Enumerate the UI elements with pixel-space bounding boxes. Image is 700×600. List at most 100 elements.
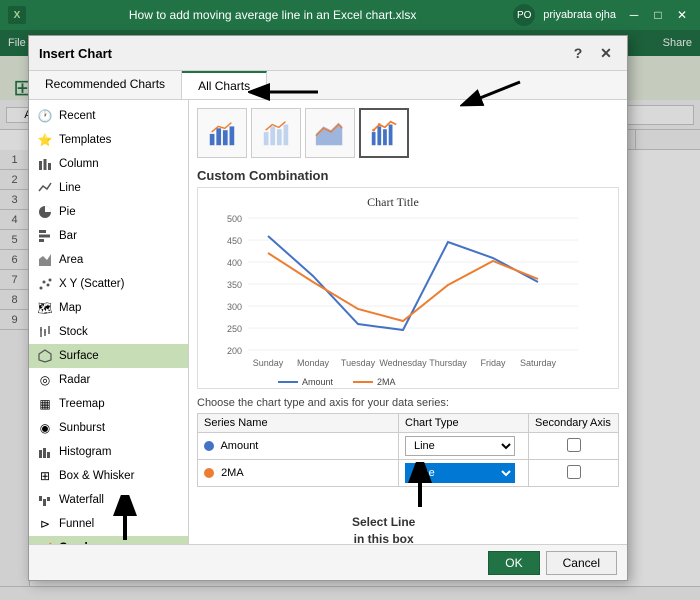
dialog-footer: OK Cancel — [29, 544, 627, 580]
dialog-title: Insert Chart — [39, 46, 567, 61]
sidebar-label-area: Area — [59, 254, 83, 266]
sidebar-item-histogram[interactable]: Histogram — [29, 440, 188, 464]
minimize-button[interactable]: ─ — [624, 5, 644, 25]
sidebar-item-pie[interactable]: Pie — [29, 200, 188, 224]
series-secondary-2ma-cell — [529, 460, 619, 487]
stock-icon — [37, 324, 53, 340]
pie-icon — [37, 204, 53, 220]
sidebar-label-map: Map — [59, 302, 81, 314]
sidebar-item-funnel[interactable]: ⊳ Funnel — [29, 512, 188, 536]
sidebar-item-line[interactable]: Line — [29, 176, 188, 200]
close-button[interactable]: ✕ — [672, 5, 692, 25]
chart-icon-3[interactable] — [305, 108, 355, 158]
chart-icon-1[interactable] — [197, 108, 247, 158]
svg-text:450: 450 — [227, 236, 242, 246]
2ma-color-dot — [204, 468, 214, 478]
sidebar-item-scatter[interactable]: X Y (Scatter) — [29, 272, 188, 296]
sidebar-item-bar[interactable]: Bar — [29, 224, 188, 248]
waterfall-icon — [37, 492, 53, 508]
svg-text:Friday: Friday — [480, 358, 506, 368]
chart-preview: Chart Title 500 450 400 350 300 250 — [197, 187, 619, 389]
window-controls: ─ □ ✕ — [624, 5, 692, 25]
sidebar-label-sunburst: Sunburst — [59, 422, 105, 434]
chart-icon-custom[interactable] — [359, 108, 409, 158]
dialog-titlebar: Insert Chart ? ✕ — [29, 36, 627, 71]
radar-icon: ◎ — [37, 372, 53, 388]
maximize-button[interactable]: □ — [648, 5, 668, 25]
sidebar-item-treemap[interactable]: ▦ Treemap — [29, 392, 188, 416]
tab-all-charts[interactable]: All Charts — [182, 71, 267, 99]
sidebar-label-pie: Pie — [59, 206, 76, 218]
series-name-amount: Amount — [198, 433, 399, 460]
series-type-2ma-cell: Line Column Area — [399, 460, 529, 487]
tab-recommended-charts[interactable]: Recommended Charts — [29, 71, 182, 99]
ok-button[interactable]: OK — [488, 551, 539, 575]
dialog-body: 🕐 Recent ⭐ Templates Column Line — [29, 100, 627, 580]
col-header-secondary-axis: Secondary Axis — [529, 414, 619, 433]
svg-text:Wednesday: Wednesday — [379, 358, 427, 368]
sidebar-item-recent[interactable]: 🕐 Recent — [29, 104, 188, 128]
chart-type-name: Custom Combination — [197, 168, 619, 183]
sidebar-item-stock[interactable]: Stock — [29, 320, 188, 344]
user-avatar: PO — [513, 4, 535, 26]
series-row-amount: Amount Line Column Area — [198, 433, 619, 460]
col-header-chart-type: Chart Type — [399, 414, 529, 433]
sidebar-label-scatter: X Y (Scatter) — [59, 278, 124, 290]
sidebar-label-surface: Surface — [59, 350, 99, 362]
series-section-label: Choose the chart type and axis for your … — [197, 397, 619, 409]
sidebar-label-boxwhisker: Box & Whisker — [59, 470, 134, 482]
dialog-tab-bar: Recommended Charts All Charts — [29, 71, 627, 100]
dialog-controls: ? ✕ — [567, 42, 617, 64]
series-type-amount-cell: Line Column Area — [399, 433, 529, 460]
bar-icon — [37, 228, 53, 244]
recent-icon: 🕐 — [37, 108, 53, 124]
title-bar: X How to add moving average line in an E… — [0, 0, 700, 30]
sidebar-label-bar: Bar — [59, 230, 77, 242]
treemap-icon: ▦ — [37, 396, 53, 412]
svg-text:Amount: Amount — [302, 377, 334, 387]
sidebar-label-treemap: Treemap — [59, 398, 105, 410]
sidebar-item-templates[interactable]: ⭐ Templates — [29, 128, 188, 152]
insert-chart-dialog: Insert Chart ? ✕ Recommended Charts All … — [28, 35, 628, 581]
sidebar-item-radar[interactable]: ◎ Radar — [29, 368, 188, 392]
window-title: How to add moving average line in an Exc… — [32, 8, 513, 22]
svg-text:Tuesday: Tuesday — [341, 358, 376, 368]
series-table: Series Name Chart Type Secondary Axis Am… — [197, 413, 619, 487]
svg-text:Thursday: Thursday — [429, 358, 467, 368]
app-icon: X — [8, 6, 26, 24]
sidebar-item-column[interactable]: Column — [29, 152, 188, 176]
sidebar-label-column: Column — [59, 158, 99, 170]
svg-text:Saturday: Saturday — [520, 358, 557, 368]
dialog-close-button[interactable]: ✕ — [595, 42, 617, 64]
svg-text:2MA: 2MA — [377, 377, 396, 387]
sidebar-item-map[interactable]: 🗺 Map — [29, 296, 188, 320]
svg-text:Monday: Monday — [297, 358, 330, 368]
sidebar-item-surface[interactable]: Surface — [29, 344, 188, 368]
series-type-2ma-dropdown[interactable]: Line Column Area — [405, 463, 515, 483]
area-icon — [37, 252, 53, 268]
column-icon — [37, 156, 53, 172]
dialog-help-button[interactable]: ? — [567, 42, 589, 64]
sunburst-icon: ◉ — [37, 420, 53, 436]
scatter-icon — [37, 276, 53, 292]
series-type-amount-dropdown[interactable]: Line Column Area — [405, 436, 515, 456]
username: priyabrata ojha — [543, 9, 616, 21]
line-chart-icon — [37, 180, 53, 196]
sidebar-label-recent: Recent — [59, 110, 95, 122]
chart-title-text: Chart Title — [367, 195, 419, 209]
svg-text:350: 350 — [227, 280, 242, 290]
series-secondary-amount-cell — [529, 433, 619, 460]
sidebar-label-templates: Templates — [59, 134, 111, 146]
chart-icon-2[interactable] — [251, 108, 301, 158]
templates-icon: ⭐ — [37, 132, 53, 148]
cancel-button[interactable]: Cancel — [546, 551, 617, 575]
series-secondary-amount-checkbox[interactable] — [567, 438, 581, 452]
sidebar-item-boxwhisker[interactable]: ⊞ Box & Whisker — [29, 464, 188, 488]
sidebar-item-sunburst[interactable]: ◉ Sunburst — [29, 416, 188, 440]
sidebar-label-waterfall: Waterfall — [59, 494, 104, 506]
funnel-icon: ⊳ — [37, 516, 53, 532]
histogram-icon — [37, 444, 53, 460]
sidebar-item-area[interactable]: Area — [29, 248, 188, 272]
series-secondary-2ma-checkbox[interactable] — [567, 465, 581, 479]
sidebar-item-waterfall[interactable]: Waterfall — [29, 488, 188, 512]
